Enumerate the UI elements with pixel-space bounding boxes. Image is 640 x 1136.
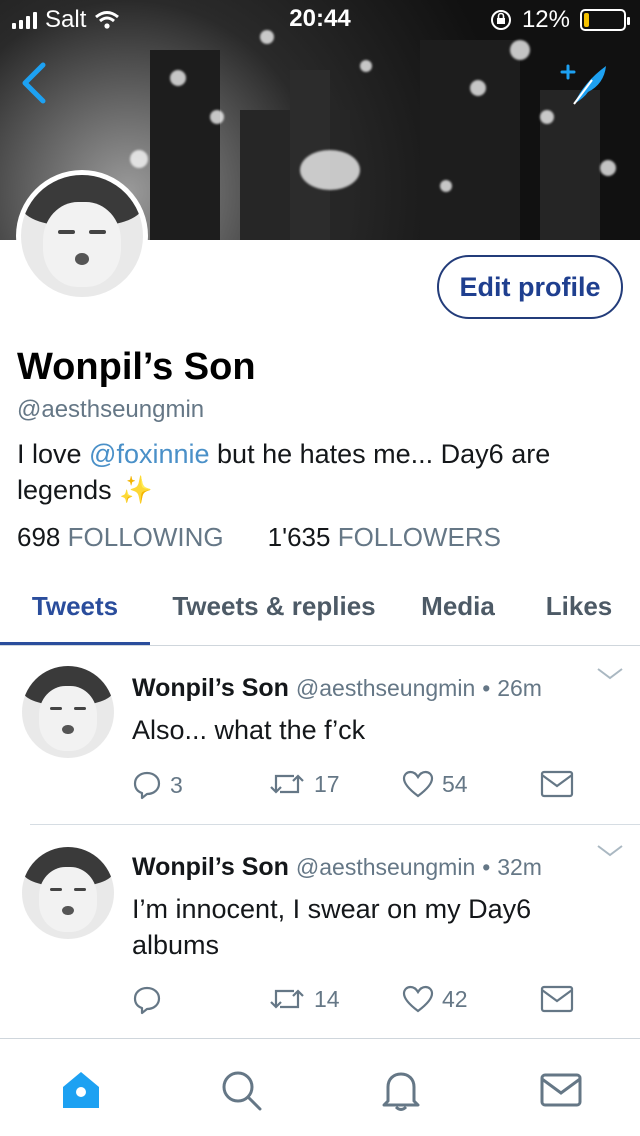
tweet-author-name[interactable]: Wonpil’s Son bbox=[132, 674, 289, 702]
tweet-author-handle: @aesthseungmin bbox=[295, 675, 476, 701]
like-count: 42 bbox=[442, 985, 468, 1012]
profile-handle: @aesthseungmin bbox=[17, 396, 205, 423]
tweet[interactable]: Wonpil’s Son @aesthseungmin • 26m Also..… bbox=[0, 646, 640, 824]
reply-button[interactable]: 3 bbox=[132, 770, 183, 800]
tweet-avatar[interactable] bbox=[22, 847, 114, 939]
tweet-actions: 14 42 bbox=[132, 985, 592, 1025]
like-count: 54 bbox=[442, 770, 468, 797]
reply-button[interactable] bbox=[132, 985, 170, 1015]
retweet-count: 14 bbox=[314, 985, 340, 1012]
tweet-separator: • bbox=[482, 675, 491, 701]
following-link[interactable]: 698 FOLLOWING bbox=[17, 522, 224, 553]
chevron-down-icon[interactable] bbox=[596, 843, 624, 859]
profile-tabs: Tweets Tweets & replies Media Likes bbox=[0, 570, 640, 646]
followers-label: FOLLOWERS bbox=[337, 522, 501, 552]
tweet-author-handle: @aesthseungmin bbox=[295, 854, 476, 880]
feather-quill-icon bbox=[560, 64, 606, 105]
search-icon bbox=[222, 1071, 262, 1111]
tweet-header: Wonpil’s Son @aesthseungmin • 26m bbox=[132, 674, 542, 703]
profile-bio: I love @foxinnie but he hates me... Day6… bbox=[17, 436, 627, 508]
reply-bubble-icon bbox=[133, 771, 161, 800]
home-icon bbox=[63, 1072, 99, 1108]
tweet-separator: • bbox=[482, 854, 491, 880]
edit-profile-button[interactable]: Edit profile bbox=[437, 255, 623, 319]
tab-media[interactable]: Media bbox=[398, 570, 518, 642]
tab-home[interactable] bbox=[58, 1067, 104, 1113]
direct-message-button[interactable] bbox=[540, 985, 574, 1013]
tweet-timestamp: 26m bbox=[497, 675, 542, 701]
following-count: 698 bbox=[17, 522, 61, 552]
chevron-left-icon bbox=[22, 62, 46, 104]
envelope-icon bbox=[540, 770, 574, 798]
tweet-actions: 3 17 54 bbox=[132, 770, 592, 810]
bio-mention-link[interactable]: @foxinnie bbox=[89, 439, 209, 469]
tab-messages[interactable] bbox=[538, 1067, 584, 1113]
back-button[interactable] bbox=[14, 58, 54, 108]
tab-search[interactable] bbox=[218, 1067, 264, 1113]
retweet-icon bbox=[270, 989, 304, 1009]
tweet-author-name[interactable]: Wonpil’s Son bbox=[132, 853, 289, 881]
retweet-icon bbox=[270, 774, 304, 794]
tab-likes[interactable]: Likes bbox=[518, 570, 640, 642]
battery-icon bbox=[580, 9, 630, 31]
battery-level bbox=[584, 13, 589, 27]
retweet-button[interactable]: 17 bbox=[268, 770, 340, 798]
tab-tweets[interactable]: Tweets bbox=[0, 570, 150, 645]
profile-avatar[interactable] bbox=[16, 170, 148, 302]
notifications-bell-icon bbox=[382, 1072, 420, 1111]
tweet-text: I’m innocent, I swear on my Day6 albums bbox=[132, 894, 532, 960]
compose-tweet-button[interactable] bbox=[558, 58, 614, 108]
profile-name: Wonpil’s Son bbox=[17, 346, 256, 388]
reply-count: 3 bbox=[170, 771, 183, 798]
retweet-button[interactable]: 14 bbox=[268, 985, 340, 1013]
bio-text: I love bbox=[17, 439, 90, 469]
orientation-lock-icon bbox=[490, 10, 511, 30]
tweet-text: Also... what the f’ck bbox=[132, 715, 366, 745]
followers-link[interactable]: 1'635 FOLLOWERS bbox=[268, 522, 501, 553]
profile-stats: 698 FOLLOWING 1'635 FOLLOWERS bbox=[17, 522, 501, 553]
tweet-timestamp: 32m bbox=[497, 854, 542, 880]
tab-tweets-replies[interactable]: Tweets & replies bbox=[150, 570, 398, 642]
battery-percent: 12% bbox=[521, 6, 570, 33]
reply-bubble-icon bbox=[133, 986, 161, 1015]
tweet-header: Wonpil’s Son @aesthseungmin • 32m bbox=[132, 853, 542, 882]
chevron-down-icon[interactable] bbox=[596, 666, 624, 682]
envelope-icon bbox=[540, 985, 574, 1013]
messages-envelope-icon bbox=[540, 1073, 582, 1107]
heart-icon bbox=[402, 770, 434, 798]
like-button[interactable]: 54 bbox=[402, 770, 468, 798]
followers-count: 1'635 bbox=[267, 522, 331, 552]
status-bar: Salt 20:44 12% bbox=[0, 0, 640, 40]
like-button[interactable]: 42 bbox=[402, 985, 468, 1013]
tweet[interactable]: Wonpil’s Son @aesthseungmin • 32m I’m in… bbox=[0, 825, 640, 1037]
retweet-count: 17 bbox=[314, 770, 340, 797]
sparkles-emoji: ✨ bbox=[119, 475, 153, 505]
tweet-avatar[interactable] bbox=[22, 666, 114, 758]
tab-notifications[interactable] bbox=[378, 1067, 424, 1113]
following-label: FOLLOWING bbox=[67, 522, 224, 552]
heart-icon bbox=[402, 985, 434, 1013]
bottom-tab-bar bbox=[0, 1038, 640, 1136]
direct-message-button[interactable] bbox=[540, 770, 574, 798]
